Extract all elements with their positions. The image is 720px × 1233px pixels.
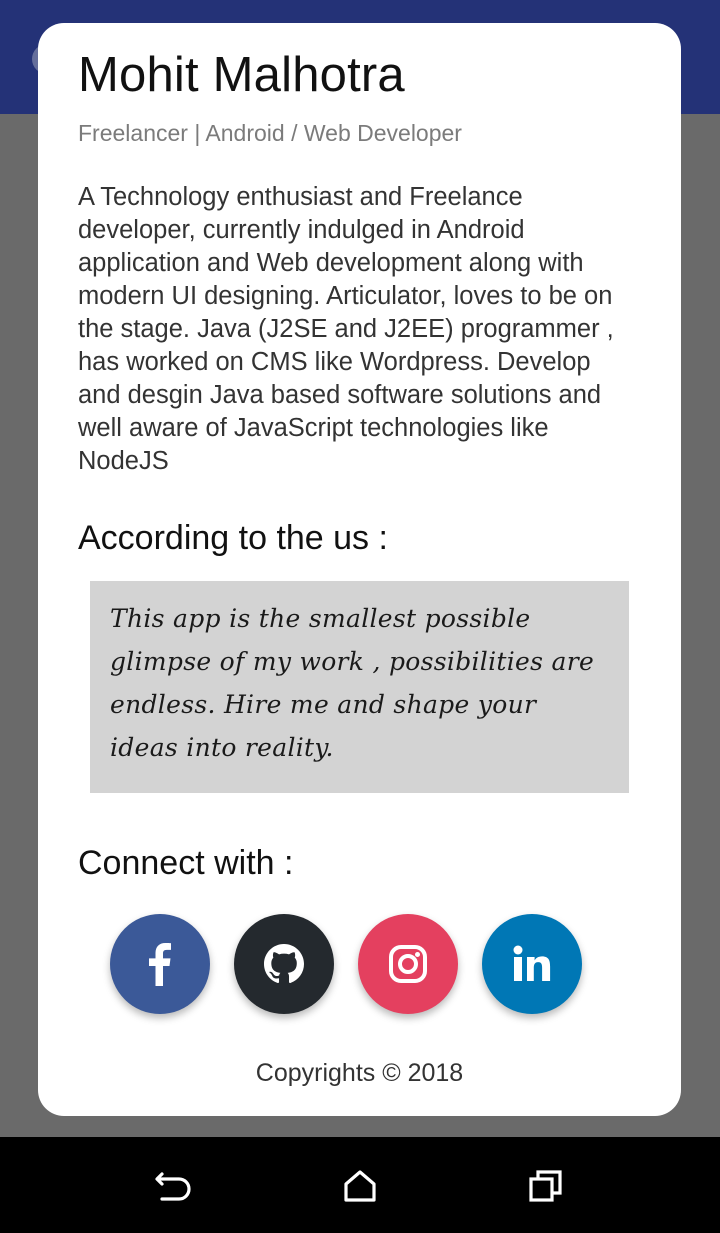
social-buttons: [110, 914, 610, 1014]
system-navigation-bar: [0, 1137, 720, 1233]
copyright-text: Copyrights © 2018: [255, 1059, 464, 1087]
instagram-button[interactable]: [358, 914, 458, 1014]
according-heading: According to the us :: [78, 519, 388, 557]
profile-name: Mohit Malhotra: [78, 48, 405, 102]
home-icon: [344, 1170, 376, 1202]
connect-heading: Connect with :: [78, 844, 294, 882]
back-icon: [155, 1172, 191, 1201]
quote-text: This app is the smallest possible glimps…: [110, 604, 595, 762]
quote-box: This app is the smallest possible glimps…: [90, 581, 629, 793]
github-button[interactable]: [234, 914, 334, 1014]
linkedin-button[interactable]: [482, 914, 582, 1014]
facebook-button[interactable]: [110, 914, 210, 1014]
profile-subtitle: Freelancer | Android / Web Developer: [78, 120, 462, 146]
profile-dialog: Mohit Malhotra Freelancer | Android / We…: [38, 23, 681, 1116]
linkedin-icon: [513, 945, 551, 981]
github-icon: [264, 944, 304, 984]
instagram-icon: [389, 945, 427, 983]
facebook-icon: [149, 943, 171, 986]
nav-recents-button[interactable]: [516, 1159, 576, 1213]
recents-icon: [529, 1170, 562, 1202]
profile-bio: A Technology enthusiast and Freelance de…: [78, 183, 614, 475]
nav-back-button[interactable]: [144, 1159, 204, 1213]
nav-home-button[interactable]: [330, 1159, 390, 1213]
